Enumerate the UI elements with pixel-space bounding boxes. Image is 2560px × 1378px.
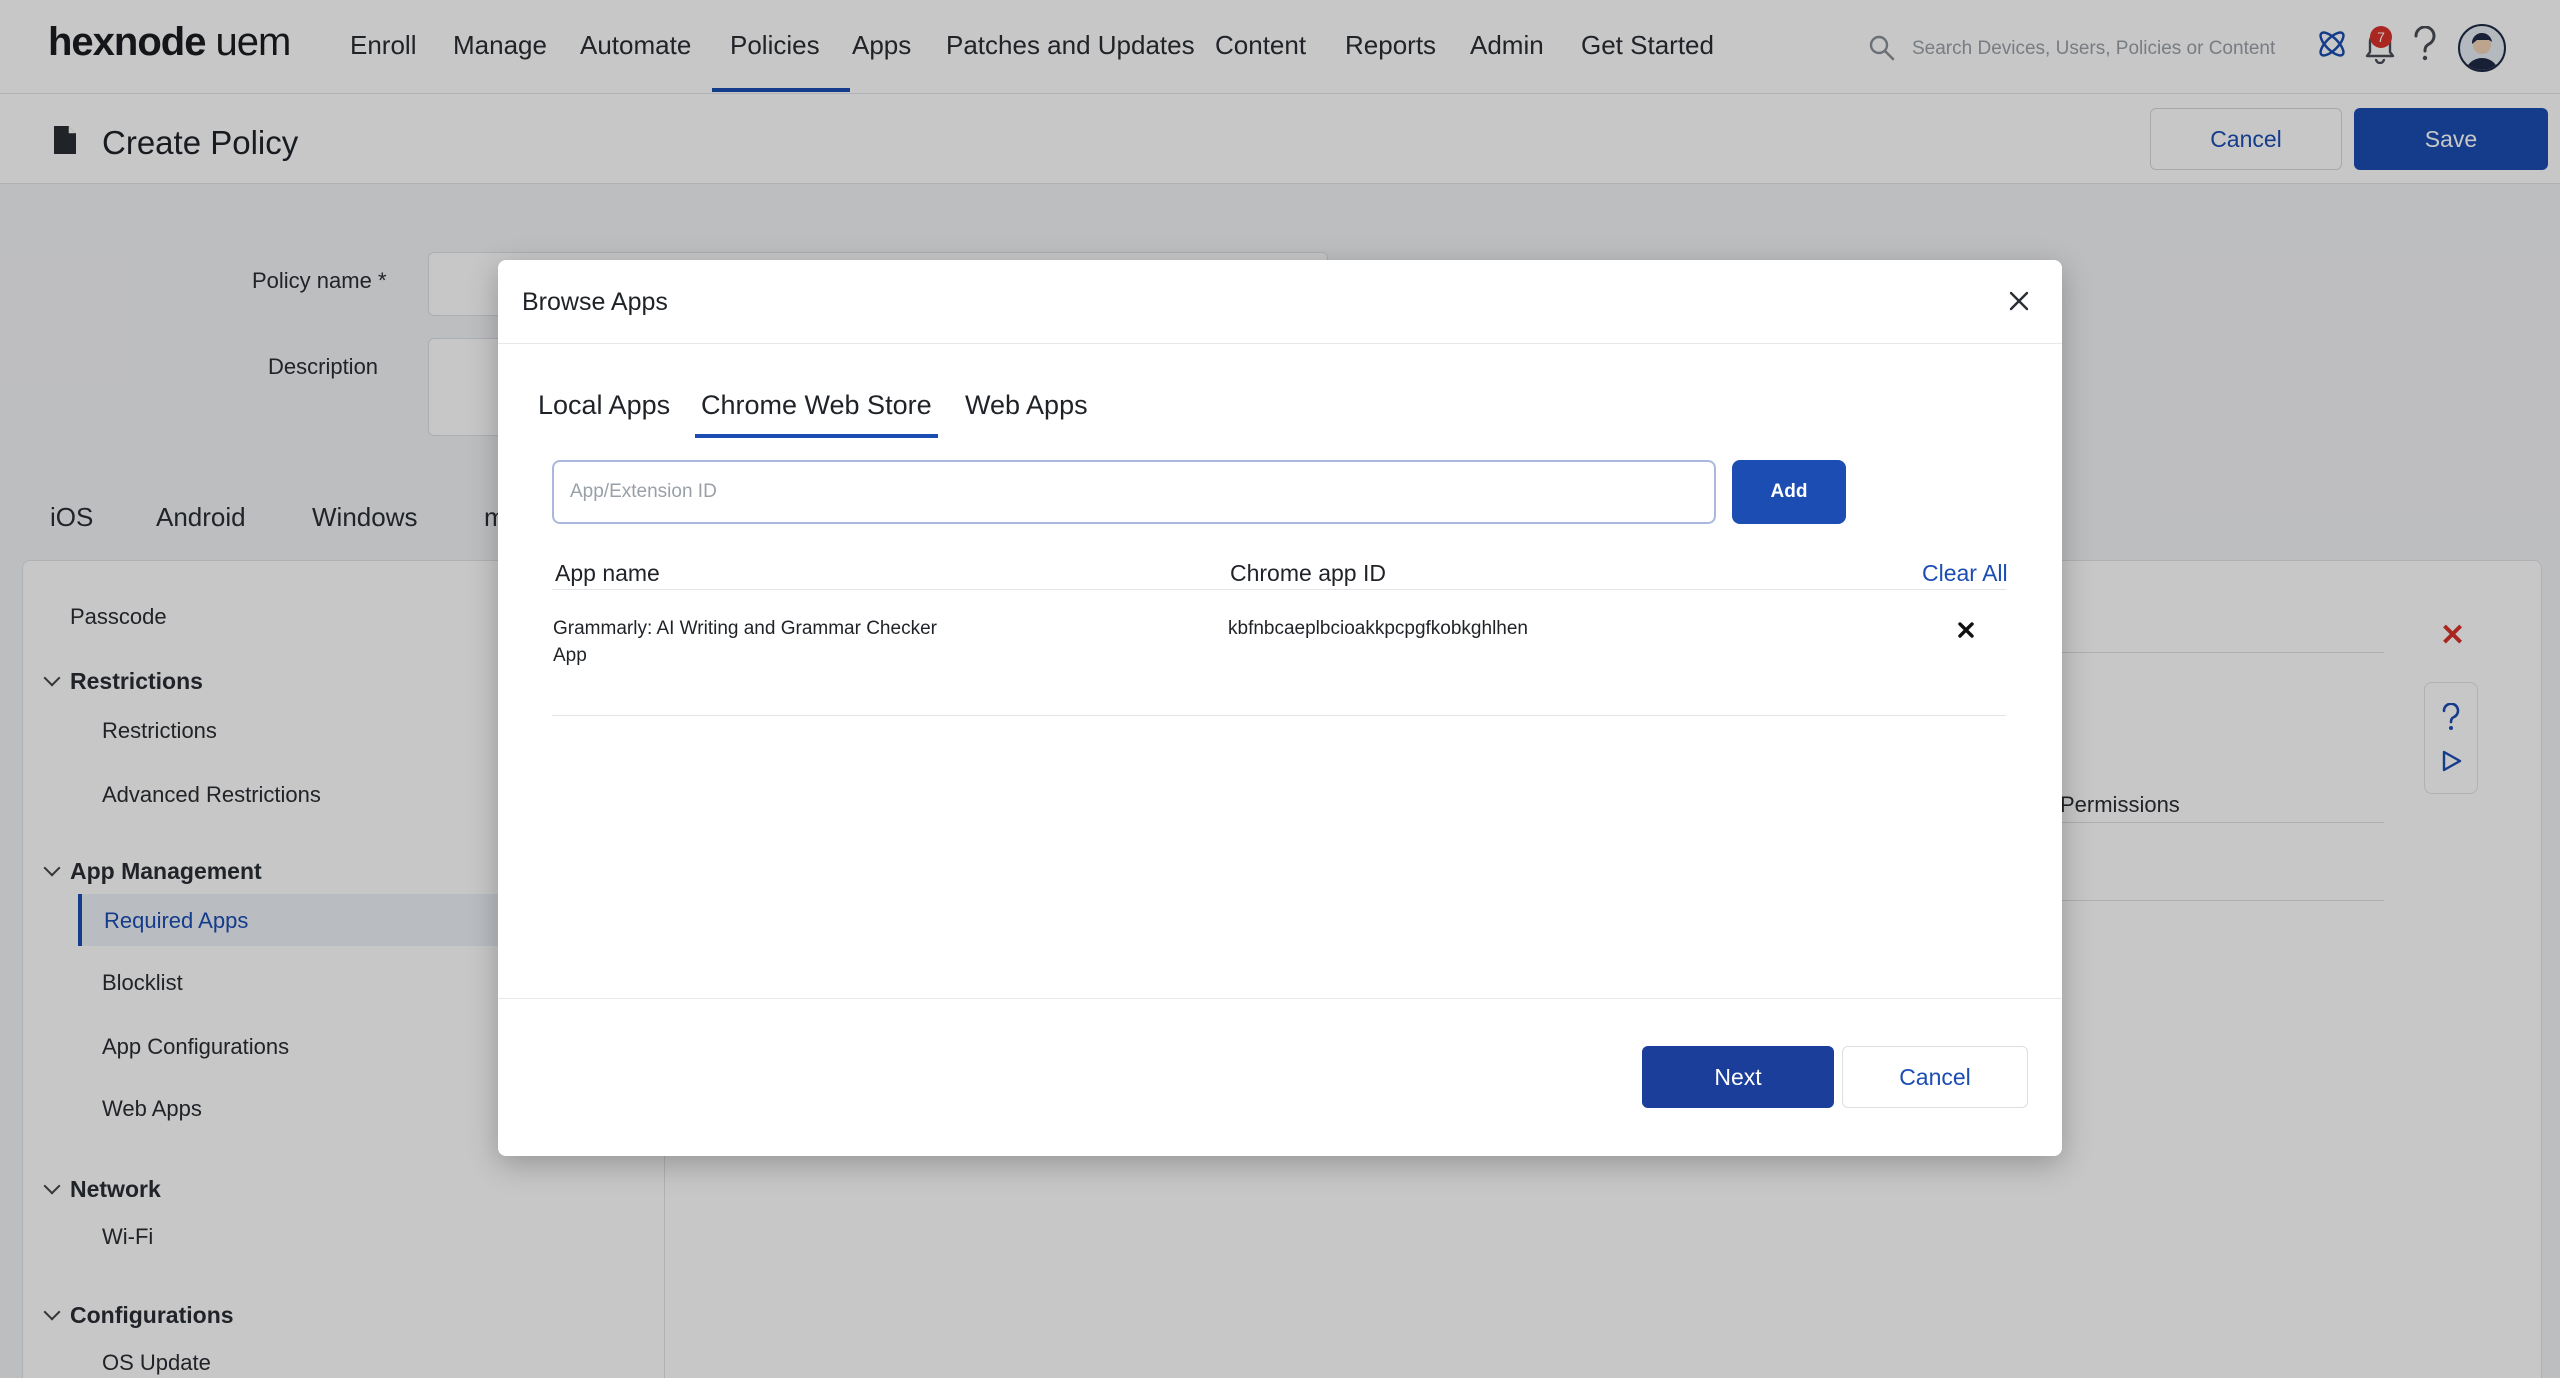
tab-local-apps[interactable]: Local Apps <box>538 390 670 421</box>
column-header-chrome-app-id: Chrome app ID <box>1230 560 1386 586</box>
dialog-header: Browse Apps <box>498 260 2062 344</box>
remove-row-icon[interactable] <box>1954 618 1978 642</box>
clear-all-link[interactable]: Clear All <box>1922 560 2008 587</box>
dialog-footer-divider <box>498 998 2062 999</box>
app-name-line: Grammarly: AI Writing and Grammar Checke… <box>553 618 937 639</box>
chrome-app-id-cell: kbfnbcaeplbcioakkpcpgfkobkghlhen <box>1228 618 1528 639</box>
browse-apps-dialog: Browse Apps Local Apps Chrome Web Store … <box>498 260 2062 1156</box>
tab-chrome-web-store[interactable]: Chrome Web Store <box>695 390 938 438</box>
table-header-divider <box>552 589 2006 590</box>
table-row-divider <box>552 715 2006 716</box>
app-name-cell: Grammarly: AI Writing and Grammar Checke… <box>553 615 937 669</box>
dialog-cancel-button[interactable]: Cancel <box>1842 1046 2028 1108</box>
dialog-title: Browse Apps <box>522 288 668 316</box>
column-header-app-name: App name <box>555 560 660 586</box>
add-button[interactable]: Add <box>1732 460 1846 524</box>
app-name-line: App <box>553 645 587 666</box>
next-button[interactable]: Next <box>1642 1046 1834 1108</box>
app-extension-id-input[interactable] <box>552 460 1716 524</box>
tab-web-apps[interactable]: Web Apps <box>965 390 1088 421</box>
close-icon[interactable] <box>2006 288 2032 314</box>
